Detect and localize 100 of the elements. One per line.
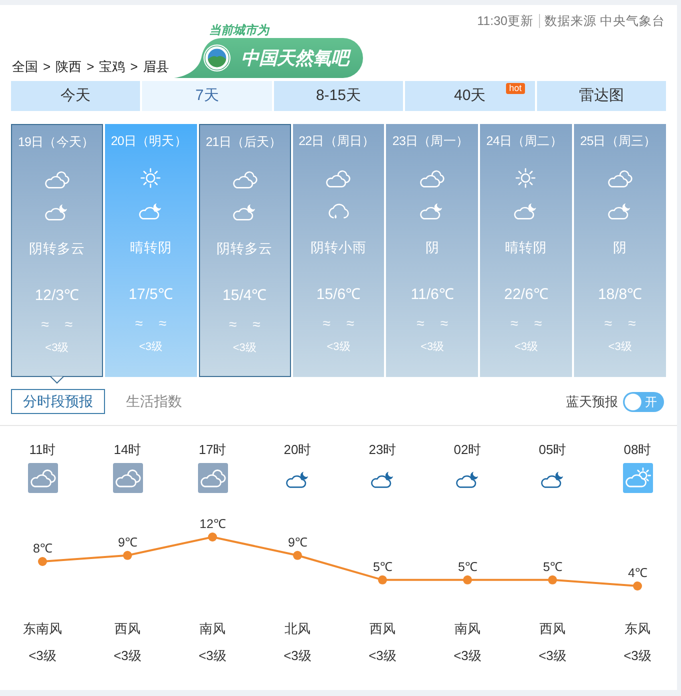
degree-unit: ℃ <box>634 566 647 580</box>
data-point <box>123 550 132 560</box>
clouds-icon <box>198 463 228 493</box>
wind-direction: 东南风 <box>23 620 62 638</box>
wind-level: <3级 <box>114 647 142 665</box>
weather-text: 阴 <box>425 239 440 257</box>
wind-symbol: ≈ <box>41 316 49 332</box>
data-point <box>548 575 557 584</box>
wind-level: <3级 <box>284 647 312 665</box>
date-label: 25日（周三） <box>580 133 656 150</box>
degree-unit: ℃ <box>550 560 562 574</box>
weather-text: 阴转多云 <box>28 240 85 258</box>
breadcrumb-link[interactable]: 宝鸡 <box>99 59 126 75</box>
toggle-switch[interactable]: 开 <box>623 392 664 412</box>
temperature-value: 5 <box>373 560 380 574</box>
sub-tab[interactable]: 生活指数 <box>114 389 194 414</box>
toggle-label: 蓝天预报 <box>566 392 618 411</box>
wind-direction: 南风 <box>454 620 480 638</box>
wind-symbol: ≈ <box>135 315 143 331</box>
wind-level-text: <3级 <box>232 341 256 355</box>
wind-level-text: <3级 <box>514 340 538 354</box>
temperature-value: 4 <box>628 566 635 580</box>
data-point <box>378 575 387 584</box>
wind-direction: 东风 <box>624 620 650 638</box>
day-card[interactable]: 23日（周一） 阴 11/6℃ ≈ ≈ <3级 <box>386 124 478 377</box>
date-label: 21日（后天） <box>206 134 282 151</box>
temperature-value: 5 <box>543 560 550 574</box>
data-point <box>633 582 642 590</box>
data-point <box>208 532 217 542</box>
weather-text: 阴转多云 <box>216 240 273 258</box>
tab[interactable]: 8-15天 <box>274 81 404 111</box>
date-label: 24日（周二） <box>486 133 562 150</box>
degree-unit: ℃ <box>124 535 137 550</box>
temperature-value: 5 <box>458 560 465 574</box>
weather-text: 晴转阴 <box>130 239 172 257</box>
wind-symbol: ≈ <box>628 315 636 331</box>
degree-unit: ℃ <box>213 517 226 531</box>
weather-text: 阴转小雨 <box>310 239 366 257</box>
day-card[interactable]: 25日（周三） 阴 18/8℃ ≈ ≈ <3级 <box>574 124 666 377</box>
temperature-text: 22/6℃ <box>504 285 548 305</box>
day-card[interactable]: 19日（今天） 阴转多云 12/3℃ ≈ ≈ <3级 <box>11 124 103 377</box>
wind-symbol: ≈ <box>158 315 166 331</box>
sun-cloud-icon <box>622 463 652 493</box>
hour-label: 20时 <box>284 441 312 459</box>
update-time: 11:30更新 <box>477 12 534 30</box>
emblem-icon <box>202 44 231 72</box>
hour-label: 14时 <box>114 441 142 459</box>
temperature-text: 11/6℃ <box>410 285 454 305</box>
wind-direction: 西风 <box>114 620 140 638</box>
wind-symbol: ≈ <box>440 315 448 331</box>
tab[interactable]: 雷达图 <box>536 81 666 111</box>
weather-text: 晴转阴 <box>505 239 548 257</box>
wind-level-text: <3级 <box>326 340 350 354</box>
hour-label: 08时 <box>624 441 652 459</box>
wind-symbol: ≈ <box>534 315 542 331</box>
day-card[interactable]: 24日（周二） 晴转阴 22/6℃ ≈ ≈ <3级 <box>480 124 572 377</box>
tab[interactable]: 7天 <box>142 81 272 111</box>
wind-direction: 南风 <box>200 620 226 638</box>
tab[interactable]: 今天 <box>11 81 140 111</box>
hot-badge: hot <box>506 83 525 94</box>
wind-level: <3级 <box>624 647 652 665</box>
current-location: 眉县 <box>142 59 169 75</box>
logo-banner[interactable]: 中国天然氧吧 <box>174 38 363 78</box>
temperature-value: 9 <box>288 535 295 550</box>
breadcrumb-separator: > <box>86 59 94 75</box>
wind-symbol: ≈ <box>228 316 237 332</box>
degree-unit: ℃ <box>380 560 392 574</box>
temperature-text: 17/5℃ <box>128 285 173 305</box>
temperature-value: 12 <box>200 517 214 531</box>
breadcrumb-link[interactable]: 陕西 <box>56 59 82 75</box>
clouds-icon <box>28 463 58 493</box>
wind-level: <3级 <box>28 647 56 665</box>
degree-unit: ℃ <box>464 560 477 574</box>
wind-level-text: <3级 <box>420 340 444 354</box>
temperature-text: 12/3℃ <box>34 286 80 306</box>
logo-caption: 当前城市为 <box>208 23 271 38</box>
day-card[interactable]: 22日（周日） 阴转小雨 15/6℃ ≈ ≈ <3级 <box>292 124 384 377</box>
hour-label: 11时 <box>29 441 56 459</box>
wind-symbol: ≈ <box>64 316 73 332</box>
wind-level-text: <3级 <box>608 340 632 354</box>
wind-direction: 西风 <box>540 620 566 638</box>
degree-unit: ℃ <box>294 535 307 550</box>
temperature-text: 15/4℃ <box>222 286 267 306</box>
day-card[interactable]: 21日（后天） 阴转多云 15/4℃ ≈ ≈ <3级 <box>198 124 291 377</box>
data-source: 数据来源 中央气象台 <box>544 12 665 30</box>
hour-label: 23时 <box>368 441 396 459</box>
hour-label: 05时 <box>538 441 566 459</box>
wind-symbol: ≈ <box>416 315 424 331</box>
sub-tab[interactable]: 分时段预报 <box>11 389 105 414</box>
data-point <box>463 575 472 584</box>
wind-level: <3级 <box>538 647 566 665</box>
data-point <box>38 557 47 566</box>
temperature-value: 8 <box>33 542 40 556</box>
wind-level-text: <3级 <box>45 341 69 355</box>
wind-direction: 北风 <box>284 620 310 638</box>
breadcrumb-link[interactable]: 全国 <box>12 59 38 75</box>
wind-symbol: ≈ <box>346 315 354 331</box>
day-card[interactable]: 20日（明天） 晴转阴 17/5℃ ≈ ≈ <3级 <box>104 124 197 377</box>
tab[interactable]: 40天 hot <box>405 81 535 111</box>
date-label: 22日（周日） <box>298 133 375 150</box>
